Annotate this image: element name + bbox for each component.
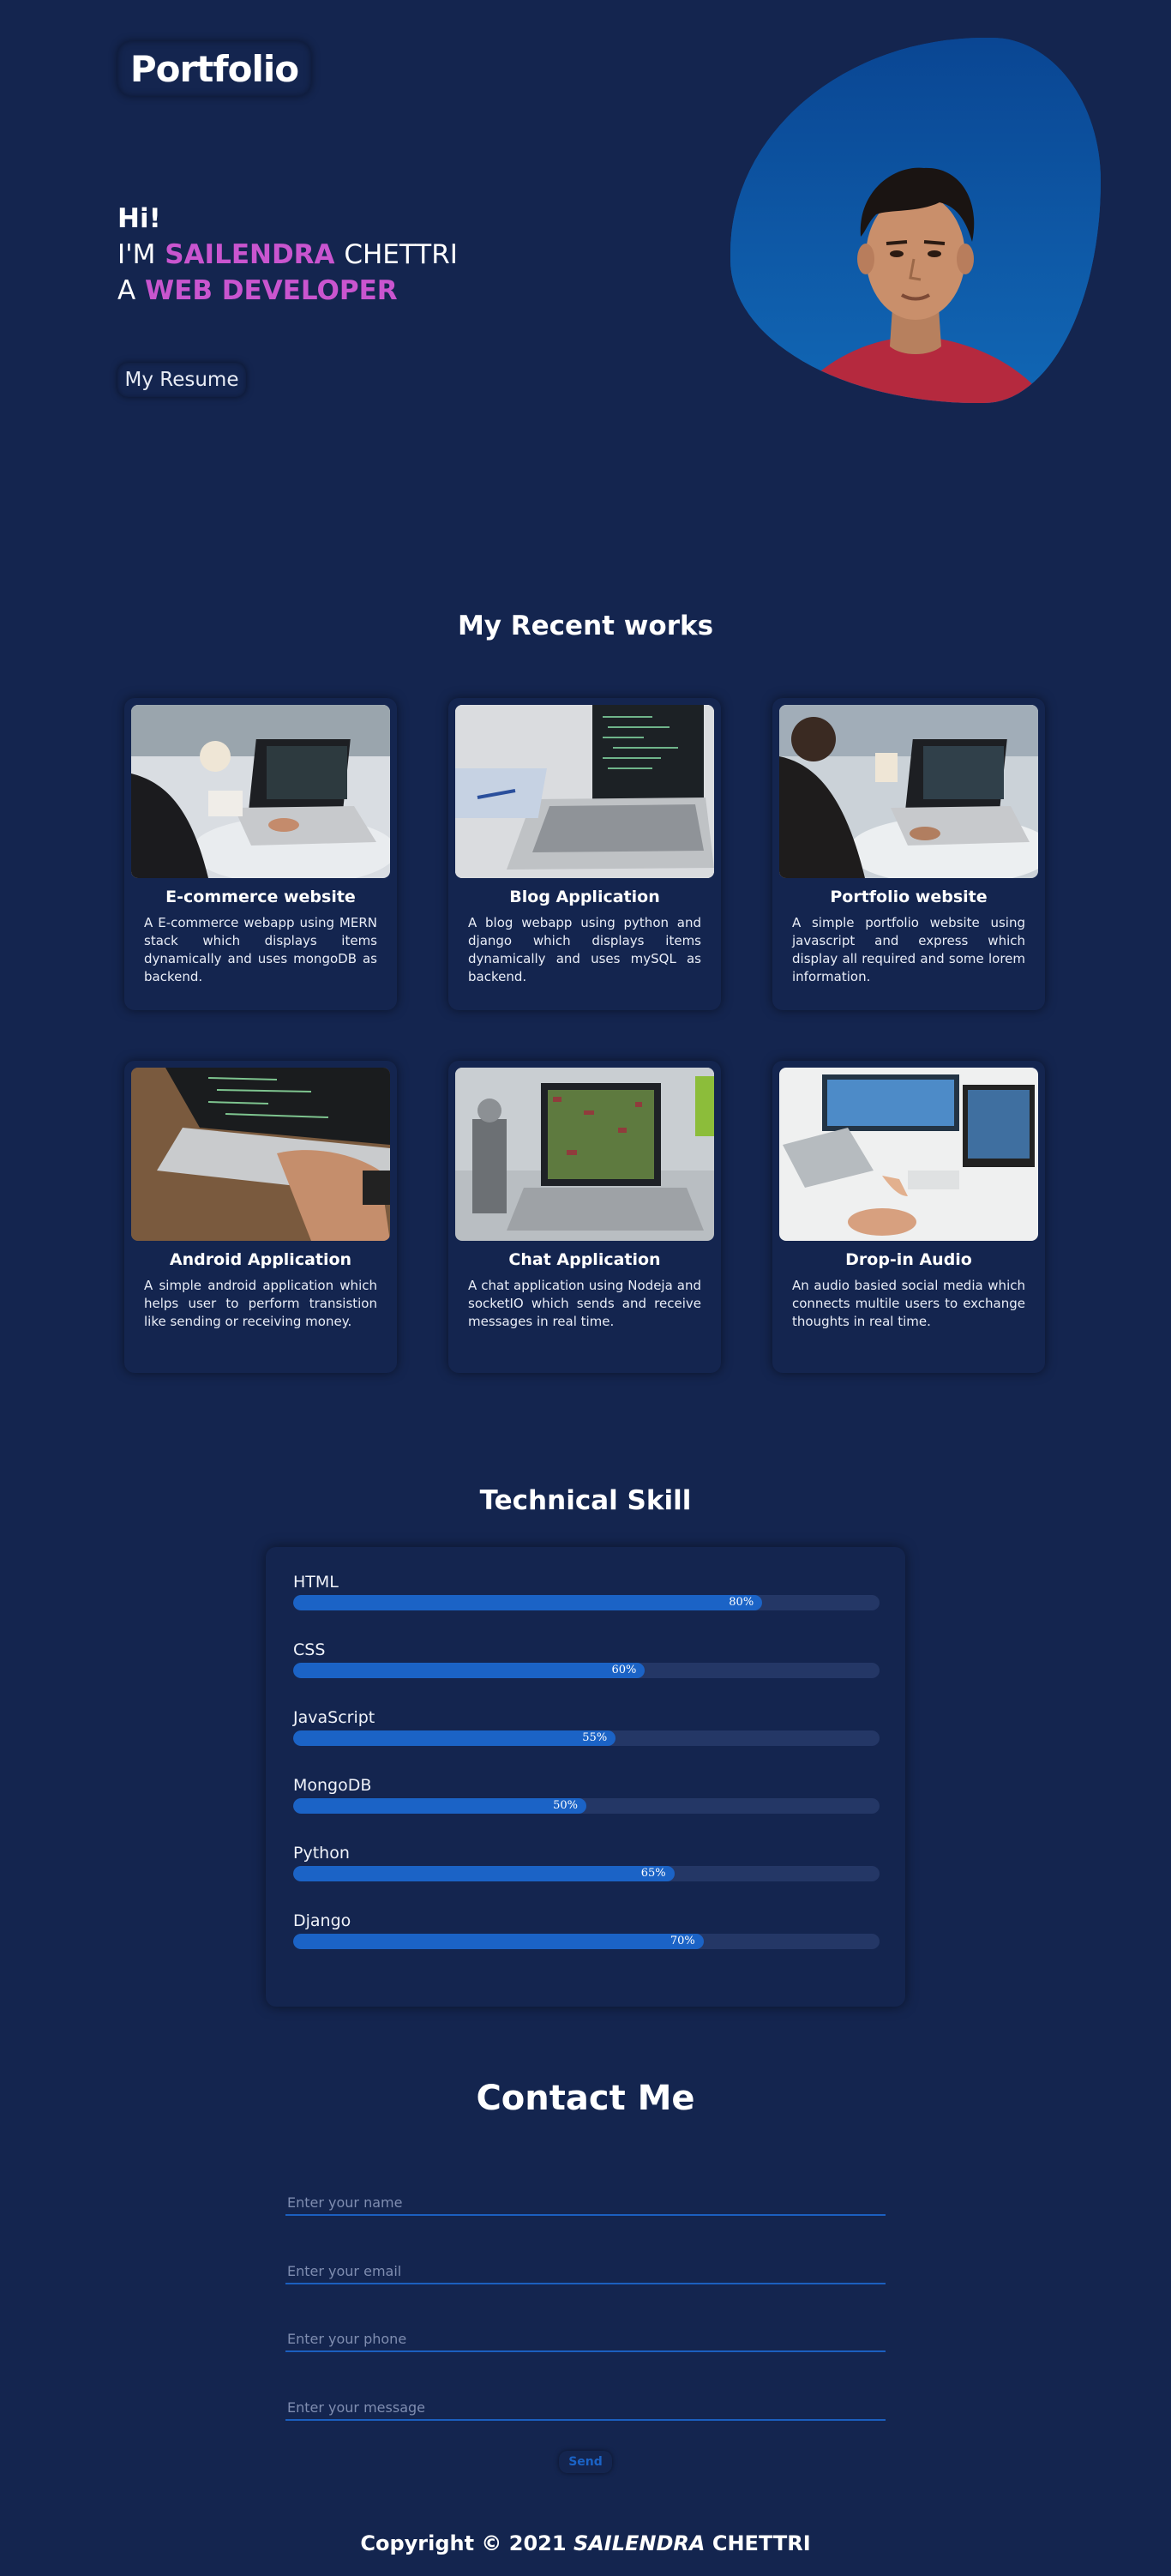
- skill-progress-track: 65%: [293, 1866, 880, 1881]
- work-card-image: [779, 1068, 1038, 1241]
- work-card-title: Chat Application: [508, 1250, 661, 1269]
- skill-progress-fill: [293, 1663, 646, 1678]
- skills-panel: HTML 80% CSS 60% JavaScript 55% MongoDB …: [266, 1547, 905, 2007]
- footer-prefix: Copyright © 2021: [360, 2531, 567, 2555]
- skill-percent-label: 55%: [582, 1731, 608, 1744]
- work-card-title: Blog Application: [509, 888, 660, 906]
- skill-name: MongoDB: [293, 1776, 372, 1795]
- skill-name: HTML: [293, 1573, 339, 1592]
- email-input[interactable]: [285, 2259, 886, 2284]
- skill-python: Python 65%: [293, 1844, 880, 1881]
- name-input[interactable]: [285, 2190, 886, 2216]
- skill-name: Django: [293, 1911, 351, 1930]
- phone-input[interactable]: [285, 2326, 886, 2352]
- skill-css: CSS 60%: [293, 1640, 880, 1678]
- message-input[interactable]: [285, 2395, 886, 2421]
- work-card-title: Portfolio website: [830, 888, 988, 906]
- skill-progress-track: 50%: [293, 1798, 880, 1814]
- work-card-image: [131, 1068, 390, 1241]
- send-button[interactable]: Send: [559, 2451, 612, 2473]
- work-card-image: [455, 1068, 714, 1241]
- skill-percent-label: 50%: [553, 1799, 578, 1812]
- skill-name: JavaScript: [293, 1708, 375, 1727]
- contact-title: Contact Me: [476, 2079, 695, 2118]
- skill-name: Python: [293, 1844, 350, 1863]
- work-card[interactable]: Android Application A simple android app…: [124, 1061, 397, 1373]
- work-card-description: A blog webapp using python and django wh…: [468, 915, 701, 984]
- work-card[interactable]: Chat Application A chat application usin…: [448, 1061, 721, 1373]
- work-card-title: Android Application: [169, 1250, 352, 1269]
- hero-first-name: SAILENDRA: [165, 239, 335, 270]
- hero-role: WEB DEVELOPER: [145, 275, 398, 306]
- work-card-description: A simple portfolio website using javascr…: [792, 915, 1025, 984]
- hero-greeting: Hi!: [117, 203, 161, 234]
- skill-percent-label: 65%: [640, 1867, 666, 1880]
- skill-percent-label: 60%: [611, 1664, 637, 1676]
- work-card[interactable]: Blog Application A blog webapp using pyt…: [448, 698, 721, 1010]
- skill-progress-track: 70%: [293, 1934, 880, 1949]
- hero-role-line: A WEB DEVELOPER: [117, 273, 458, 309]
- work-card-image: [455, 705, 714, 878]
- footer-copyright: Copyright © 2021 SAILENDRA CHETTRI: [0, 2531, 1171, 2555]
- work-card-description: A E-commerce webapp using MERN stack whi…: [144, 915, 377, 984]
- skill-progress-fill: [293, 1934, 704, 1949]
- footer-name-italic: SAILENDRA: [573, 2531, 706, 2555]
- profile-portrait-illustration: [730, 38, 1101, 403]
- work-card[interactable]: Drop-in Audio An audio basied social med…: [772, 1061, 1045, 1373]
- skill-progress-track: 80%: [293, 1595, 880, 1610]
- skills-title: Technical Skill: [479, 1485, 692, 1516]
- skill-progress-fill: [293, 1595, 763, 1610]
- work-card-image: [779, 705, 1038, 878]
- hero-name-line: I'M SAILENDRA CHETTRI: [117, 237, 458, 273]
- hero-intro: Hi! I'M SAILENDRA CHETTRI A WEB DEVELOPE…: [117, 201, 458, 309]
- skill-django: Django 70%: [293, 1911, 880, 1949]
- skill-percent-label: 70%: [670, 1935, 695, 1947]
- profile-photo: [730, 38, 1101, 403]
- skill-progress-fill: [293, 1730, 616, 1746]
- skill-percent-label: 80%: [729, 1596, 754, 1609]
- skill-progress-fill: [293, 1866, 675, 1881]
- skill-javascript: JavaScript 55%: [293, 1708, 880, 1746]
- skill-progress-track: 60%: [293, 1663, 880, 1678]
- hero-role-prefix: A: [117, 275, 136, 306]
- hero-last-name: CHETTRI: [344, 239, 458, 270]
- work-card-description: A chat application using Nodeja and sock…: [468, 1278, 701, 1329]
- work-card-title: Drop-in Audio: [845, 1250, 972, 1269]
- work-card-title: E-commerce website: [165, 888, 356, 906]
- skill-html: HTML 80%: [293, 1573, 880, 1610]
- work-card[interactable]: E-commerce website A E-commerce webapp u…: [124, 698, 397, 1010]
- skill-name: CSS: [293, 1640, 326, 1659]
- work-card-image: [131, 705, 390, 878]
- skill-progress-fill: [293, 1798, 586, 1814]
- work-card-description: An audio basied social media which conne…: [792, 1278, 1025, 1329]
- skill-progress-track: 55%: [293, 1730, 880, 1746]
- works-title: My Recent works: [457, 611, 714, 641]
- skill-mongodb: MongoDB 50%: [293, 1776, 880, 1814]
- work-card[interactable]: Portfolio website A simple portfolio web…: [772, 698, 1045, 1010]
- work-card-description: A simple android application which helps…: [144, 1278, 377, 1329]
- resume-button[interactable]: My Resume: [117, 363, 246, 397]
- hero-im-prefix: I'M: [117, 239, 156, 270]
- site-logo[interactable]: Portfolio: [117, 41, 311, 96]
- footer-name-rest: CHETTRI: [712, 2531, 811, 2555]
